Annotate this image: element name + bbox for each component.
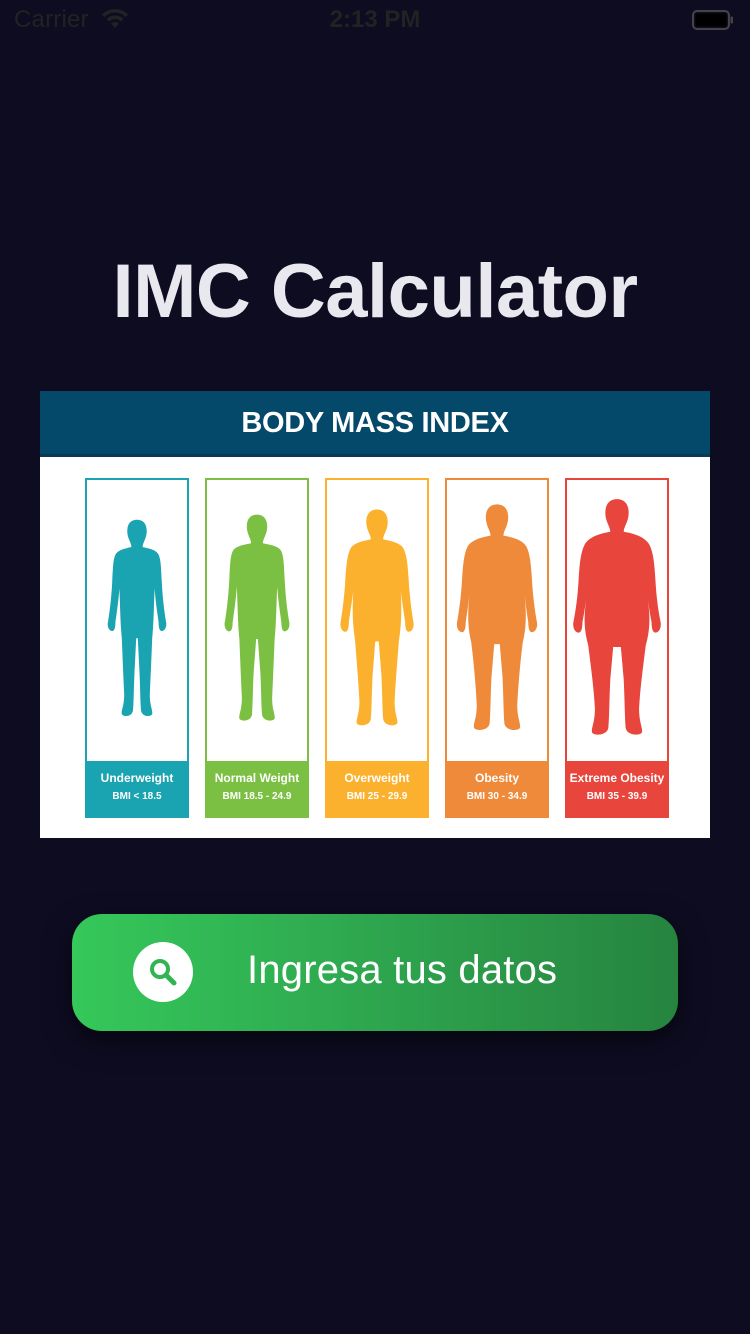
bmi-category-label: Overweight BMI 25 - 29.9 bbox=[327, 761, 427, 816]
category-range: BMI < 18.5 bbox=[112, 791, 162, 802]
body-silhouette-icon bbox=[107, 519, 167, 717]
bmi-category-label: Obesity BMI 30 - 34.9 bbox=[447, 761, 547, 816]
body-silhouette-icon bbox=[340, 509, 414, 726]
bmi-category-label: Underweight BMI < 18.5 bbox=[87, 761, 187, 816]
status-time: 2:13 PM bbox=[329, 6, 421, 33]
category-range: BMI 30 - 34.9 bbox=[466, 791, 528, 802]
body-silhouette-icon bbox=[573, 499, 661, 735]
body-silhouette-icon bbox=[224, 514, 290, 721]
battery-icon bbox=[692, 10, 733, 30]
bmi-category-extreme-obesity: Extreme Obesity BMI 35 - 39.9 bbox=[565, 478, 669, 818]
bmi-category-label: Normal Weight BMI 18.5 - 24.9 bbox=[207, 761, 307, 816]
bmi-chart-header: BODY MASS INDEX bbox=[40, 391, 710, 457]
body-silhouette-icon bbox=[456, 504, 538, 730]
enter-data-button[interactable]: Ingresa tus datos bbox=[72, 914, 678, 1031]
category-name: Extreme Obesity bbox=[569, 771, 665, 785]
page-title: IMC Calculator bbox=[112, 249, 638, 334]
bmi-category-label: Extreme Obesity BMI 35 - 39.9 bbox=[567, 761, 667, 816]
bmi-category-obesity: Obesity BMI 30 - 34.9 bbox=[445, 478, 549, 818]
status-bar: Carrier 2:13 PM bbox=[0, 0, 750, 40]
category-range: BMI 18.5 - 24.9 bbox=[222, 791, 292, 802]
bmi-category-normal-weight: Normal Weight BMI 18.5 - 24.9 bbox=[205, 478, 309, 818]
category-name: Obesity bbox=[474, 771, 519, 785]
search-icon-badge bbox=[133, 942, 193, 1002]
search-icon bbox=[150, 959, 177, 986]
category-name: Overweight bbox=[344, 771, 410, 785]
bmi-chart-title: BODY MASS INDEX bbox=[241, 407, 509, 439]
enter-data-button-label: Ingresa tus datos bbox=[247, 948, 558, 992]
category-range: BMI 25 - 29.9 bbox=[346, 791, 408, 802]
category-name: Underweight bbox=[100, 771, 174, 785]
bmi-category-underweight: Underweight BMI < 18.5 bbox=[85, 478, 189, 818]
category-name: Normal Weight bbox=[214, 771, 300, 785]
bmi-chart-image: BODY MASS INDEX Underweight BMI < 18.5 N… bbox=[40, 391, 710, 838]
category-range: BMI 35 - 39.9 bbox=[586, 791, 648, 802]
bmi-category-overweight: Overweight BMI 25 - 29.9 bbox=[325, 478, 429, 818]
